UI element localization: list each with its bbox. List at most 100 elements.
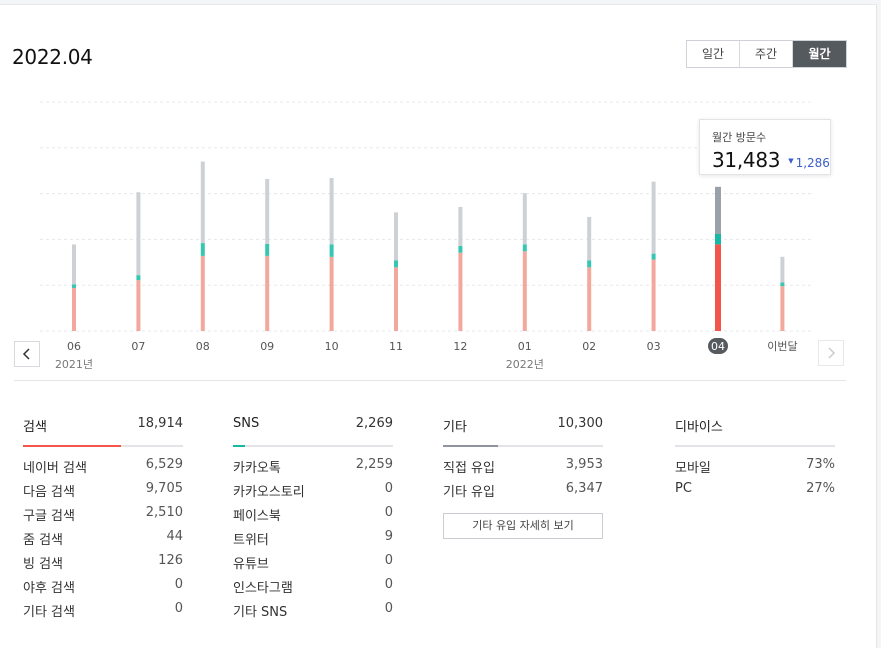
bar-sns[interactable] <box>136 275 141 281</box>
x-tick-label[interactable]: 01 <box>518 340 532 353</box>
bar-sns[interactable] <box>780 282 785 287</box>
device-row-value: 73% <box>806 457 835 472</box>
x-tick-label[interactable]: 12 <box>453 340 467 353</box>
search-row-label: 다음 검색 <box>23 485 75 500</box>
bar-other[interactable] <box>458 206 463 246</box>
search-rule <box>23 445 183 447</box>
x-tick-label[interactable]: 07 <box>131 340 145 353</box>
section-divider <box>14 380 846 381</box>
sns-row: 페이스북 0 <box>233 505 393 529</box>
tooltip-value: 31,483 <box>712 148 781 172</box>
search-rows: 네이버 검색 6,529 다음 검색 9,705 구글 검색 2,510 줌 검색 44 빙 검… <box>23 457 183 625</box>
sns-row-value: 0 <box>384 505 393 520</box>
tab-weekly[interactable]: 주간 <box>740 41 793 67</box>
sns-row-label: 트위터 <box>233 533 269 548</box>
bar-search[interactable] <box>780 286 785 331</box>
bar-search[interactable] <box>715 244 721 331</box>
bar-other[interactable] <box>200 161 205 244</box>
x-tick-label[interactable]: 10 <box>325 340 339 353</box>
bar-other[interactable] <box>72 244 76 285</box>
other-accent <box>443 445 498 447</box>
bar-other[interactable] <box>265 178 270 244</box>
x-tick-label[interactable]: 11 <box>389 340 403 353</box>
sns-row: 카카오톡 2,259 <box>233 457 393 481</box>
other-detail-button[interactable]: 기타 유입 자세히 보기 <box>443 513 603 539</box>
other-rows: 직접 유입 3,953 기타 유입 6,347 <box>443 457 603 505</box>
bar-sns[interactable] <box>200 243 205 256</box>
caret-down-icon: ▼ <box>788 157 794 165</box>
bar-search[interactable] <box>136 280 141 331</box>
bar-sns[interactable] <box>715 233 721 245</box>
bar-sns[interactable] <box>587 260 592 268</box>
search-row-label: 구글 검색 <box>23 509 75 524</box>
search-row: 야후 검색 0 <box>23 577 183 601</box>
bar-other[interactable] <box>587 216 592 261</box>
sns-title: SNS <box>233 416 260 431</box>
bar-search[interactable] <box>458 252 463 331</box>
other-row-value: 6,347 <box>565 481 603 496</box>
search-header: 검색 18,914 <box>23 416 183 438</box>
tooltip-delta-group: ▼ 1,286 <box>788 156 830 170</box>
bar-search[interactable] <box>587 267 592 331</box>
search-row: 다음 검색 9,705 <box>23 481 183 505</box>
bar-sns[interactable] <box>265 243 270 256</box>
bar-search[interactable] <box>329 256 334 331</box>
bar-sns[interactable] <box>394 260 398 268</box>
prev-button[interactable] <box>14 341 40 367</box>
bar-sns[interactable] <box>651 253 656 260</box>
sns-row-label: 카카오스토리 <box>233 485 305 500</box>
search-accent <box>23 445 121 447</box>
device-header: 디바이스 <box>675 416 835 438</box>
device-rule <box>675 445 835 447</box>
search-row-value: 2,510 <box>145 505 183 520</box>
bar-search[interactable] <box>522 251 527 331</box>
sns-rows: 카카오톡 2,259 카카오스토리 0 페이스북 0 트위터 9 유튜브 0 인스타그램 0 기타 SN… <box>233 457 393 625</box>
bar-search[interactable] <box>394 267 398 331</box>
bar-other[interactable] <box>329 178 334 245</box>
bar-sns[interactable] <box>522 244 527 252</box>
bar-other[interactable] <box>780 256 785 283</box>
search-row-label: 줌 검색 <box>23 533 64 548</box>
search-row: 줌 검색 44 <box>23 529 183 553</box>
tab-monthly[interactable]: 월간 <box>793 41 846 67</box>
bar-other[interactable] <box>136 192 141 276</box>
bar-sns[interactable] <box>329 244 334 257</box>
x-tick-label[interactable]: 09 <box>260 340 274 353</box>
bar-search[interactable] <box>651 259 656 331</box>
sns-row: 카카오스토리 0 <box>233 481 393 505</box>
x-tick-label[interactable]: 이번달 <box>767 340 797 353</box>
tab-daily[interactable]: 일간 <box>687 41 740 67</box>
x-tick-label[interactable]: 03 <box>647 340 661 353</box>
sns-rule <box>233 445 393 447</box>
search-row-value: 0 <box>174 577 183 592</box>
x-tick-label[interactable]: 06 <box>67 340 81 353</box>
bar-other[interactable] <box>651 181 656 254</box>
search-row-value: 126 <box>158 553 183 568</box>
sns-row-value: 9 <box>384 529 393 544</box>
other-row: 기타 유입 6,347 <box>443 481 603 505</box>
x-tick-label[interactable]: 04 <box>711 340 725 353</box>
search-total: 18,914 <box>137 416 184 431</box>
x-tick-label[interactable]: 02 <box>582 340 596 353</box>
search-row-label: 야후 검색 <box>23 581 75 596</box>
next-button[interactable] <box>818 340 844 366</box>
x-tick-label[interactable]: 08 <box>196 340 210 353</box>
bar-other[interactable] <box>394 212 398 261</box>
bar-sns[interactable] <box>458 245 463 253</box>
other-stats: 기타 10,300 직접 유입 3,953 기타 유입 6,347 기타 유입 자세히… <box>443 416 603 539</box>
bar-search[interactable] <box>200 255 205 331</box>
search-row-label: 기타 검색 <box>23 605 75 620</box>
bar-other[interactable] <box>715 186 721 234</box>
period-tabs: 일간 주간 월간 <box>686 40 847 68</box>
sns-row-label: 인스타그램 <box>233 581 293 596</box>
stats-panel: 2022.04 일간 주간 월간 06 07 08 09 10 11 12 01 02 03 04 이… <box>0 4 877 648</box>
bar-other[interactable] <box>522 193 527 245</box>
search-row: 빙 검색 126 <box>23 553 183 577</box>
bar-search[interactable] <box>265 255 270 331</box>
other-row-label: 직접 유입 <box>443 461 495 476</box>
bar-search[interactable] <box>72 287 76 331</box>
bar-sns[interactable] <box>72 284 76 288</box>
search-row-label: 네이버 검색 <box>23 461 87 476</box>
sns-row-label: 유튜브 <box>233 557 269 572</box>
search-row-label: 빙 검색 <box>23 557 64 572</box>
